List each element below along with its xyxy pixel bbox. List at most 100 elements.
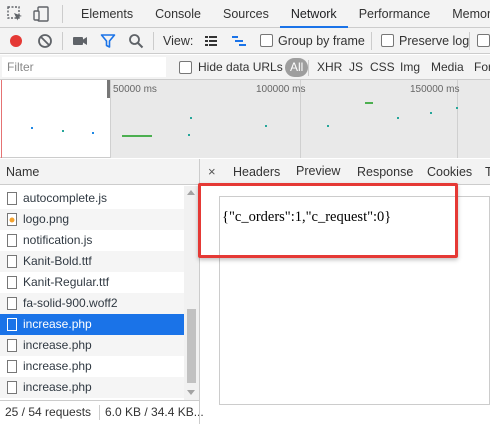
name-column-label: Name	[6, 165, 40, 179]
image-icon	[7, 213, 17, 226]
tab-timing-overflow[interactable]: T	[485, 159, 490, 185]
scroll-down-arrow-icon[interactable]	[187, 390, 195, 395]
request-marker	[456, 107, 458, 109]
separator	[99, 405, 100, 420]
filter-type-xhr[interactable]: XHR	[313, 58, 346, 77]
tab-network[interactable]: Network	[279, 0, 348, 28]
separator	[469, 32, 470, 50]
request-row[interactable]: Kanit-Bold.ttf	[0, 251, 184, 272]
request-marker	[265, 125, 267, 127]
capture-screenshots-icon[interactable]	[71, 32, 89, 50]
tab-cookies[interactable]: Cookies	[427, 159, 472, 185]
request-row[interactable]: Kanit-Regular.ttf	[0, 272, 184, 293]
overview-tick-label: 150000 ms	[410, 84, 460, 95]
request-marker	[188, 134, 190, 136]
request-marker	[430, 112, 432, 114]
tab-headers[interactable]: Headers	[233, 159, 280, 185]
request-row[interactable]: increase.php	[0, 377, 184, 398]
group-by-frame-label[interactable]: Group by frame	[278, 28, 365, 54]
filter-type-font[interactable]: For	[470, 58, 490, 77]
filter-type-js[interactable]: JS	[345, 58, 367, 77]
clear-icon[interactable]	[36, 32, 54, 50]
document-icon	[7, 234, 17, 247]
request-name: increase.php	[23, 359, 92, 373]
inspect-element-icon[interactable]	[6, 5, 24, 23]
scroll-up-arrow-icon[interactable]	[187, 190, 195, 195]
highlight-annotation	[198, 183, 458, 258]
close-detail-icon[interactable]: ×	[208, 159, 216, 185]
view-label: View:	[163, 34, 194, 48]
group-by-frame-checkbox[interactable]	[260, 34, 273, 47]
record-icon[interactable]	[7, 32, 25, 50]
request-count: 25 / 54 requests	[5, 405, 92, 419]
document-icon	[7, 339, 17, 352]
preserve-log-label[interactable]: Preserve log	[399, 28, 469, 54]
search-icon[interactable]	[127, 32, 145, 50]
name-column-header[interactable]: Name	[0, 159, 199, 185]
request-marker	[62, 130, 64, 132]
request-marker	[92, 132, 94, 134]
separator	[371, 32, 372, 50]
tab-preview[interactable]: Preview	[296, 159, 341, 185]
filter-icon[interactable]	[99, 32, 117, 50]
hide-data-urls-label[interactable]: Hide data URLs	[194, 58, 287, 77]
request-row[interactable]: notification.js	[0, 230, 184, 251]
network-toolbar: View: Group by frame Preserve log	[0, 28, 490, 54]
request-name: increase.php	[23, 317, 92, 331]
overview-tick-label: 50000 ms	[113, 84, 157, 95]
filter-type-css[interactable]: CSS	[366, 58, 399, 77]
request-row[interactable]: logo.png	[0, 209, 184, 230]
separator	[62, 32, 63, 50]
disable-cache-checkbox[interactable]	[477, 34, 490, 47]
document-icon	[7, 192, 17, 205]
separator	[62, 5, 63, 23]
request-row[interactable]: increase.php	[0, 356, 184, 377]
tab-response[interactable]: Response	[357, 159, 413, 185]
large-rows-icon[interactable]	[202, 32, 220, 50]
document-icon	[7, 297, 17, 310]
panel-tabs: Elements Console Sources Network Perform…	[70, 0, 490, 28]
preserve-log-checkbox[interactable]	[381, 34, 394, 47]
document-icon	[7, 318, 17, 331]
request-name: increase.php	[23, 338, 92, 352]
request-row[interactable]: increase.php	[0, 314, 184, 335]
device-toolbar-icon[interactable]	[32, 5, 50, 23]
tab-performance[interactable]: Performance	[348, 0, 442, 28]
request-row[interactable]: autocomplete.js	[0, 188, 184, 209]
filter-type-media[interactable]: Media	[427, 58, 468, 77]
filter-input[interactable]	[2, 57, 166, 77]
request-list-scrollbar[interactable]	[184, 186, 199, 400]
request-marker	[365, 102, 373, 104]
request-marker	[31, 127, 33, 129]
separator	[308, 60, 309, 76]
document-icon	[7, 381, 17, 394]
request-name: fa-solid-900.woff2	[23, 296, 118, 310]
tab-memory[interactable]: Memory	[441, 0, 490, 28]
filter-type-all[interactable]: All	[285, 58, 309, 77]
filter-type-img[interactable]: Img	[396, 58, 424, 77]
detail-tabs: × Headers Preview Response Cookies T	[200, 159, 490, 185]
scroll-thumb[interactable]	[187, 309, 196, 383]
document-icon	[7, 276, 17, 289]
request-row[interactable]: fa-solid-900.woff2	[0, 293, 184, 314]
request-marker	[122, 135, 152, 137]
hide-data-urls-checkbox[interactable]	[179, 61, 192, 74]
status-bar: 25 / 54 requests 6.0 KB / 34.4 KB...	[0, 400, 204, 424]
network-overview[interactable]: 50000 ms 100000 ms 150000 ms	[0, 80, 490, 158]
tab-sources[interactable]: Sources	[212, 0, 280, 28]
overview-gridline	[110, 80, 111, 158]
request-name: Kanit-Bold.ttf	[23, 254, 92, 268]
request-name: increase.php	[23, 380, 92, 394]
waterfall-icon[interactable]	[230, 32, 248, 50]
request-name: autocomplete.js	[23, 191, 108, 205]
request-name: notification.js	[23, 233, 93, 247]
document-icon	[7, 360, 17, 373]
transferred-size: 6.0 KB / 34.4 KB...	[105, 405, 204, 419]
request-marker	[397, 117, 399, 119]
request-name: logo.png	[23, 212, 70, 226]
request-row[interactable]: increase.php	[0, 335, 184, 356]
tab-elements[interactable]: Elements	[70, 0, 144, 28]
tab-console[interactable]: Console	[144, 0, 212, 28]
separator	[153, 32, 154, 50]
devtools-tabbar: Elements Console Sources Network Perform…	[0, 0, 490, 28]
